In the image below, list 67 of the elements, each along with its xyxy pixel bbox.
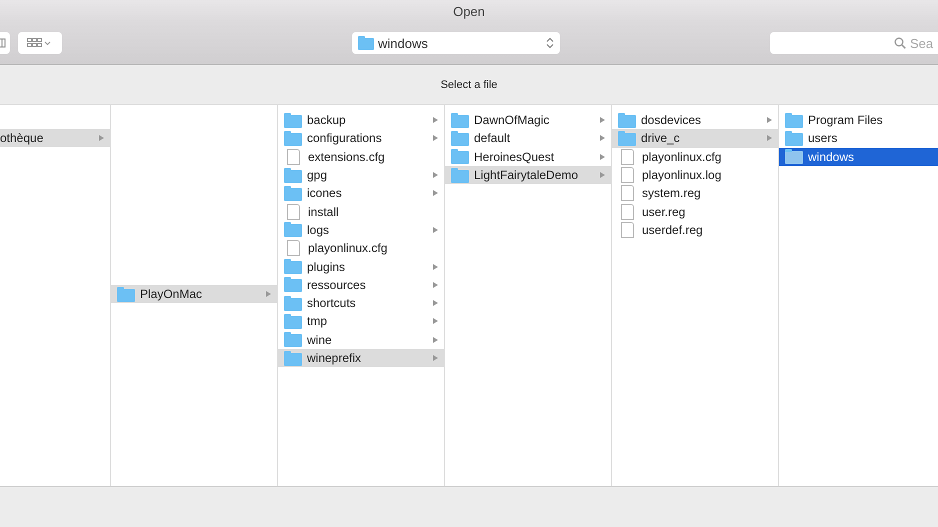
document-icon <box>621 204 634 220</box>
folder-item[interactable]: LightFairytaleDemo <box>445 166 611 184</box>
document-icon <box>621 148 634 165</box>
folder-item[interactable]: PlayOnMac <box>111 285 277 304</box>
folder-icon <box>785 151 803 164</box>
folder-icon <box>451 170 469 183</box>
folder-item[interactable]: drive_c <box>612 129 778 148</box>
folder-item[interactable]: DawnOfMagic <box>445 111 611 130</box>
folder-icon <box>284 316 302 329</box>
folder-item[interactable]: HeroinesQuest <box>445 148 611 166</box>
folder-icon <box>618 114 636 128</box>
document-icon <box>287 148 300 165</box>
folder-icon <box>284 298 302 311</box>
folder-item[interactable]: plugins <box>278 257 444 276</box>
folder-icon <box>284 352 302 366</box>
folder-item[interactable]: icones <box>278 184 444 202</box>
folder-item[interactable]: users <box>779 129 938 148</box>
folder-item[interactable]: shortcuts <box>278 294 444 312</box>
file-item[interactable]: userdef.reg <box>612 220 778 240</box>
folder-item[interactable]: backup <box>278 111 444 130</box>
document-icon <box>621 185 634 202</box>
folder-item[interactable]: wine <box>278 330 444 349</box>
file-item[interactable]: playonlinux.cfg <box>278 239 444 258</box>
document-icon <box>287 240 300 256</box>
folder-icon <box>451 114 469 128</box>
folder-item[interactable]: configurations <box>278 129 444 148</box>
file-item[interactable]: install <box>278 202 444 221</box>
columns-icon <box>0 38 7 48</box>
folder-icon <box>451 132 469 146</box>
folder-item[interactable]: wineprefix <box>278 348 444 368</box>
folder-icon <box>451 151 469 164</box>
location-popup[interactable]: windows <box>352 32 560 54</box>
search-icon <box>894 37 906 49</box>
folder-icon <box>284 261 302 274</box>
folder-item[interactable]: ressources <box>278 276 444 294</box>
folder-item[interactable]: windows <box>779 148 938 166</box>
folder-item[interactable]: tmp <box>278 312 444 331</box>
folder-item[interactable]: Program Files <box>779 111 938 130</box>
folder-icon <box>785 114 803 128</box>
file-item[interactable]: system.reg <box>612 184 778 202</box>
view-options-button[interactable] <box>18 32 62 54</box>
window-title: Open <box>453 4 485 18</box>
prompt-text: Select a file <box>440 78 498 90</box>
folder-item[interactable]: default <box>445 129 611 148</box>
folder-item[interactable]: othèque <box>0 129 110 148</box>
folder-icon <box>284 279 302 292</box>
document-icon <box>621 222 634 238</box>
document-icon <box>287 204 300 220</box>
file-item[interactable]: user.reg <box>612 202 778 221</box>
folder-icon <box>284 224 302 238</box>
up-down-chevron-icon <box>546 37 554 49</box>
folder-icon <box>284 188 302 201</box>
folder-icon <box>284 334 302 348</box>
file-item[interactable]: extensions.cfg <box>278 148 444 166</box>
folder-icon <box>117 288 135 302</box>
search-field[interactable]: Sea <box>770 32 938 54</box>
file-item[interactable]: playonlinux.cfg <box>612 148 778 166</box>
folder-icon <box>284 170 302 183</box>
folder-icon <box>284 114 302 128</box>
folder-icon <box>785 132 803 146</box>
folder-icon <box>618 132 636 146</box>
folder-item[interactable]: dosdevices <box>612 111 778 130</box>
file-item[interactable]: playonlinux.log <box>612 166 778 184</box>
folder-item[interactable]: logs <box>278 220 444 240</box>
document-icon <box>621 167 634 184</box>
folder-icon <box>284 132 302 146</box>
folder-item[interactable]: gpg <box>278 166 444 184</box>
